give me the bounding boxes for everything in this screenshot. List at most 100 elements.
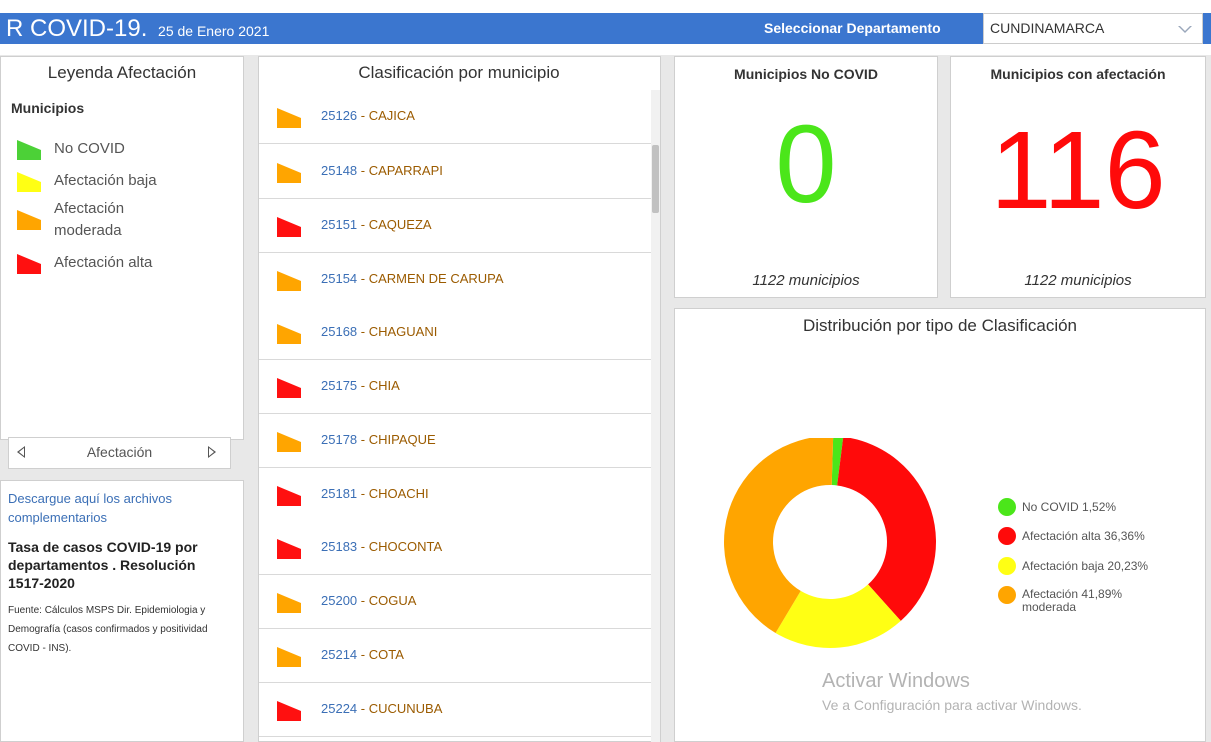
chart-legend-name-part: moderada — [1022, 600, 1077, 614]
separator: - — [357, 701, 369, 716]
municipality-code: 25126 — [321, 108, 358, 123]
flag-icon — [277, 539, 301, 559]
list-item-label: 25126 - CAJICA — [321, 108, 415, 123]
list-item-label: 25181 - CHOACHI — [321, 486, 429, 501]
flag-icon — [277, 486, 301, 506]
legend-title: Leyenda Afectación — [47, 63, 197, 82]
list-item[interactable]: 25224 - CUCUNUBA — [259, 683, 651, 737]
list-title: Clasificación por municipio — [358, 63, 560, 82]
title-bar-edge — [1203, 13, 1211, 44]
green-flag-icon — [17, 140, 41, 160]
fuente-text: Fuente: Cálculos MSPS Dir. Epidemiologia… — [8, 605, 208, 654]
separator: - — [357, 593, 369, 608]
legend-item-label: Afectación baja — [54, 172, 157, 189]
list-item[interactable]: 25168 - CHAGUANI — [259, 306, 651, 360]
list-item[interactable]: 25214 - COTA — [259, 629, 651, 683]
tasa-text: Tasa de casos COVID-19 por departamentos… — [8, 538, 228, 592]
legend-dot-icon — [998, 527, 1016, 545]
department-label: Seleccionar Departamento — [764, 20, 941, 36]
chart-legend-label: No COVID 1,52% — [1022, 500, 1116, 514]
municipality-name: CARMEN DE CARUPA — [368, 271, 504, 286]
legend-item-label: Afectación moderada — [54, 200, 125, 239]
municipality-code: 25148 — [321, 163, 358, 178]
list-item[interactable]: 25148 - CAPARRAPI — [259, 145, 651, 199]
legend-dot-icon — [998, 557, 1016, 575]
municipality-name: CHIPAQUE — [368, 432, 436, 447]
list-item[interactable]: 25181 - CHOACHI — [259, 468, 651, 522]
department-select-value: CUNDINAMARCA — [990, 20, 1105, 36]
municipality-code: 25214 — [321, 647, 358, 662]
chart-legend-pct: 41,89% — [1081, 587, 1123, 601]
flag-icon — [277, 593, 301, 613]
municipality-code: 25200 — [321, 593, 358, 608]
page-title: R COVID-19. 25 de Enero 2021 — [6, 13, 269, 44]
list-item[interactable]: 25178 - CHIPAQUE — [259, 414, 651, 468]
list-item[interactable]: 25154 - CARMEN DE CARUPA — [259, 253, 651, 307]
donut-slice-afectaci-n-alta[interactable] — [837, 438, 936, 621]
separator: - — [357, 539, 369, 554]
chart-legend-pct: 20,23% — [1107, 559, 1149, 573]
municipality-name: CUCUNUBA — [368, 701, 443, 716]
municipality-name: CAJICA — [368, 108, 415, 123]
flag-icon — [277, 108, 301, 128]
list-item-label: 25154 - CARMEN DE CARUPA — [321, 271, 504, 286]
flag-icon — [277, 432, 301, 452]
windows-watermark-title: Activar Windows — [822, 670, 970, 692]
windows-watermark-text: Ve a Configuración para activar Windows. — [822, 697, 1082, 713]
separator: - — [357, 324, 369, 339]
municipality-name: CHOCONTA — [368, 539, 443, 554]
list-item-label: 25148 - CAPARRAPI — [321, 163, 443, 178]
indicator-afectacion-value: 116 — [990, 109, 1166, 232]
municipality-code: 25151 — [321, 217, 358, 232]
download-link[interactable]: Descargue aquí los archivos complementar… — [8, 489, 218, 527]
list-item[interactable]: 25151 - CAQUEZA — [259, 199, 651, 253]
indicator-afectacion-footer: 1122 municipios — [1024, 272, 1132, 289]
flag-icon — [277, 701, 301, 721]
separator: - — [357, 486, 369, 501]
red-flag-icon — [17, 254, 41, 274]
municipality-name: CAQUEZA — [368, 217, 432, 232]
flag-icon — [277, 647, 301, 667]
separator: - — [357, 217, 369, 232]
flag-icon — [277, 217, 301, 237]
indicator-no-covid-title: Municipios No COVID — [734, 66, 878, 82]
list-item-label: 25178 - CHIPAQUE — [321, 432, 436, 447]
list-item-label: 25175 - CHIA — [321, 378, 400, 393]
municipality-code: 25183 — [321, 539, 358, 554]
indicator-no-covid-value: 0 — [775, 103, 837, 226]
chart-legend-name: No COVID — [1022, 500, 1079, 514]
chart-legend-label: Afectación baja 20,23% — [1022, 559, 1148, 573]
list-item[interactable]: 25200 - COGUA — [259, 575, 651, 629]
chart-legend-name: Afectación baja — [1022, 559, 1105, 573]
flag-icon — [277, 163, 301, 183]
chevron-down-icon[interactable] — [1178, 26, 1192, 33]
list-item[interactable]: 25175 - CHIA — [259, 360, 651, 414]
distribution-title: Distribución por tipo de Clasificación — [802, 316, 1078, 335]
list-item[interactable]: 25183 - CHOCONTA — [259, 521, 651, 575]
page-date: 25 de Enero 2021 — [158, 23, 270, 39]
donut-chart — [724, 438, 936, 648]
legend-item-label: Afectación alta — [54, 254, 153, 271]
municipality-name: CHIA — [368, 378, 400, 393]
chart-legend-name: Afectación alta — [1022, 529, 1101, 543]
separator: - — [357, 378, 369, 393]
municipality-code: 25168 — [321, 324, 358, 339]
municipality-name: COGUA — [368, 593, 417, 608]
list-item-label: 25151 - CAQUEZA — [321, 217, 432, 232]
list-item-label: 25224 - CUCUNUBA — [321, 701, 442, 716]
municipality-code: 25175 — [321, 378, 358, 393]
separator: - — [357, 647, 369, 662]
page-title-text: R COVID-19. — [6, 15, 148, 42]
list-item[interactable]: 25126 - CAJICA — [259, 90, 651, 144]
municipality-code: 25181 — [321, 486, 358, 501]
flag-icon — [277, 271, 301, 291]
department-select[interactable]: CUNDINAMARCA — [983, 13, 1203, 44]
chevron-right-icon[interactable] — [208, 446, 216, 458]
scrollbar-thumb[interactable] — [652, 145, 659, 213]
indicator-no-covid-footer: 1122 municipios — [752, 272, 860, 289]
legend-pager: Afectación — [8, 437, 231, 469]
list-item-label: 25183 - CHOCONTA — [321, 539, 442, 554]
yellow-flag-icon — [17, 172, 41, 192]
list-item-label: 25214 - COTA — [321, 647, 404, 662]
chart-legend-pct: 36,36% — [1104, 529, 1145, 543]
